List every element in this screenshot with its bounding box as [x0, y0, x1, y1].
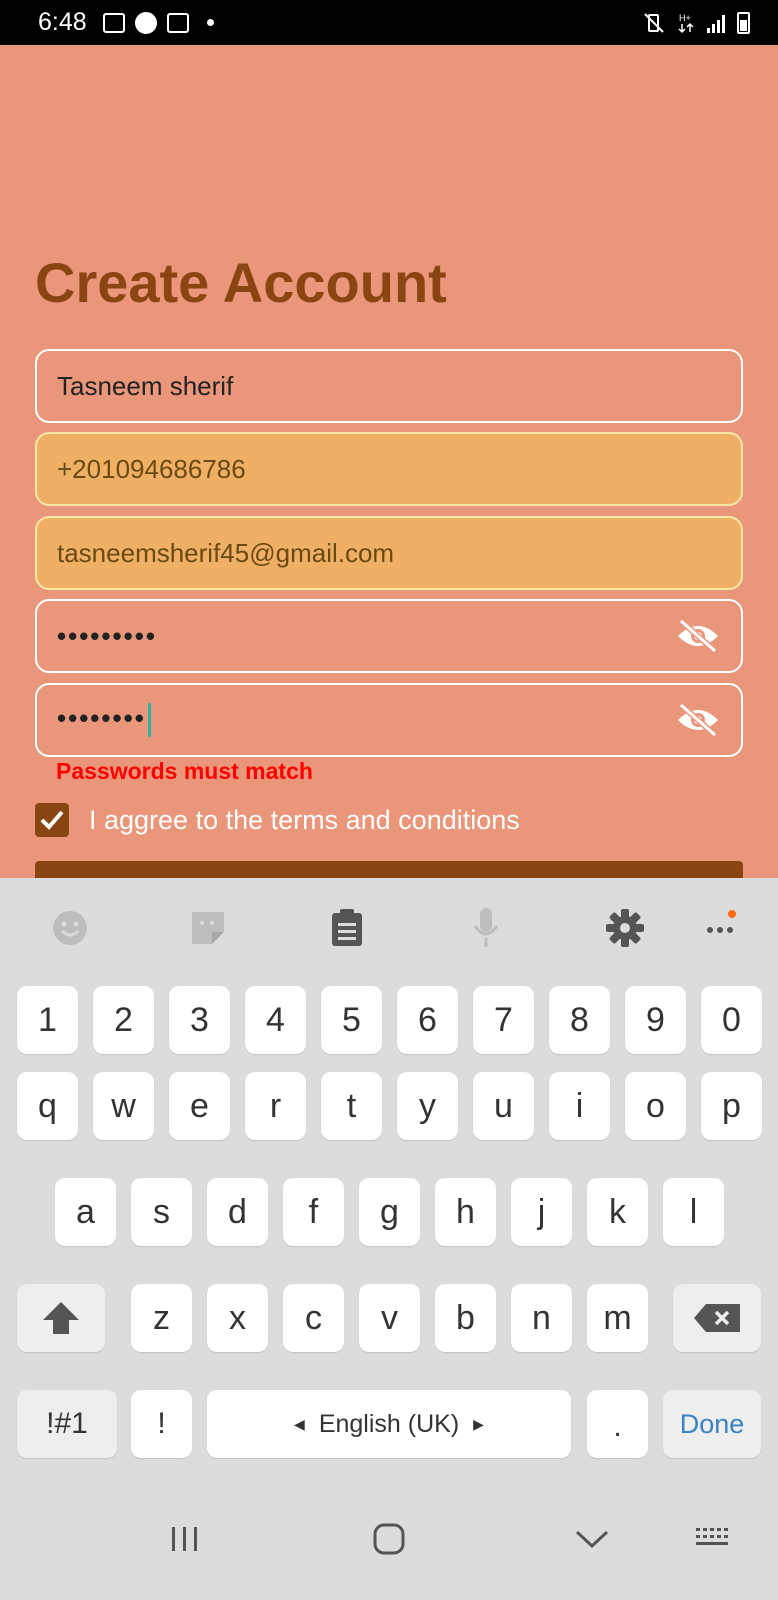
gear-icon[interactable] [605, 908, 645, 948]
key-3[interactable]: 3 [169, 986, 230, 1054]
key-8[interactable]: 8 [549, 986, 610, 1054]
navigation-bar [0, 1482, 778, 1600]
key-2[interactable]: 2 [93, 986, 154, 1054]
language-label: English (UK) [318, 1409, 460, 1438]
gmail-notification-icon [166, 12, 189, 33]
key-l[interactable]: l [663, 1178, 724, 1246]
key-b[interactable]: b [435, 1284, 496, 1352]
key-0[interactable]: 0 [701, 986, 762, 1054]
key-u[interactable]: u [473, 1072, 534, 1140]
key-5[interactable]: 5 [321, 986, 382, 1054]
terms-checkbox[interactable] [35, 803, 69, 837]
password-field[interactable]: ••••••••• [35, 599, 743, 673]
shift-key[interactable] [17, 1284, 105, 1352]
svg-text:H+: H+ [679, 13, 691, 23]
eye-off-icon[interactable] [675, 702, 721, 738]
done-key[interactable]: Done [663, 1390, 761, 1458]
keyboard-toolbar [0, 878, 778, 974]
key-d[interactable]: d [207, 1178, 268, 1246]
caret-left-icon: ◀ [294, 1415, 305, 1432]
space-key[interactable]: ◀ English (UK) ▶ [207, 1390, 571, 1458]
confirm-password-wrap: •••••••• [57, 702, 675, 738]
confirm-password-value: •••••••• [57, 702, 146, 733]
key-7[interactable]: 7 [473, 986, 534, 1054]
shift-icon [43, 1302, 79, 1334]
battery-icon [737, 11, 750, 34]
key-c[interactable]: c [283, 1284, 344, 1352]
key-x[interactable]: x [207, 1284, 268, 1352]
keyboard-switch-icon[interactable] [688, 1514, 738, 1564]
data-transfer-icon: H+ [678, 13, 694, 33]
page-title: Create Account [35, 251, 447, 314]
key-a[interactable]: a [55, 1178, 116, 1246]
signal-icon [707, 13, 725, 33]
period-key[interactable]: . [587, 1390, 648, 1458]
key-f[interactable]: f [283, 1178, 344, 1246]
sticker-icon[interactable] [188, 908, 228, 948]
key-e[interactable]: e [169, 1072, 230, 1140]
microphone-icon[interactable] [466, 908, 506, 948]
more-icon[interactable] [704, 908, 744, 948]
key-n[interactable]: n [511, 1284, 572, 1352]
app-notification-icon [134, 11, 157, 34]
checkmark-icon [40, 810, 64, 830]
status-bar: 6:48 H+ [0, 0, 778, 45]
gallery-notification-icon [102, 12, 125, 33]
more-notifications-icon [206, 19, 214, 26]
key-6[interactable]: 6 [397, 986, 458, 1054]
terms-label: I aggree to the terms and conditions [89, 804, 520, 835]
phone-value: +201094686786 [57, 453, 246, 484]
key-g[interactable]: g [359, 1178, 420, 1246]
key-r[interactable]: r [245, 1072, 306, 1140]
key-z[interactable]: z [131, 1284, 192, 1352]
confirm-password-field[interactable]: •••••••• [35, 683, 743, 757]
emoji-icon[interactable] [50, 908, 90, 948]
name-value: Tasneem sherif [57, 370, 234, 401]
email-field[interactable]: tasneemsherif45@gmail.com [35, 516, 743, 590]
eye-off-icon[interactable] [675, 618, 721, 654]
key-q[interactable]: q [17, 1072, 78, 1140]
space-language: ◀ English (UK) ▶ [294, 1410, 484, 1439]
hide-keyboard-icon[interactable] [567, 1514, 617, 1564]
key-s[interactable]: s [131, 1178, 192, 1246]
vibrate-mute-icon [644, 12, 664, 33]
backspace-icon [694, 1304, 740, 1332]
key-k[interactable]: k [587, 1178, 648, 1246]
key-y[interactable]: y [397, 1072, 458, 1140]
text-cursor [147, 703, 151, 738]
key-j[interactable]: j [511, 1178, 572, 1246]
key-p[interactable]: p [701, 1072, 762, 1140]
status-time: 6:48 [38, 8, 87, 36]
phone-field[interactable]: +201094686786 [35, 432, 743, 506]
clipboard-icon[interactable] [327, 908, 367, 948]
exclaim-key[interactable]: ! [131, 1390, 192, 1458]
key-9[interactable]: 9 [625, 986, 686, 1054]
email-value: tasneemsherif45@gmail.com [57, 537, 395, 568]
key-o[interactable]: o [625, 1072, 686, 1140]
key-m[interactable]: m [587, 1284, 648, 1352]
password-value: ••••••••• [57, 620, 157, 651]
symbols-key[interactable]: !#1 [17, 1390, 117, 1458]
home-icon[interactable] [364, 1514, 414, 1564]
name-field[interactable]: Tasneem sherif [35, 349, 743, 423]
key-w[interactable]: w [93, 1072, 154, 1140]
caret-right-icon: ▶ [473, 1415, 484, 1432]
key-1[interactable]: 1 [17, 986, 78, 1054]
key-i[interactable]: i [549, 1072, 610, 1140]
key-h[interactable]: h [435, 1178, 496, 1246]
backspace-key[interactable] [673, 1284, 761, 1352]
key-t[interactable]: t [321, 1072, 382, 1140]
recent-apps-icon[interactable] [160, 1514, 210, 1564]
create-account-screen: Create Account Tasneem sherif +201094686… [0, 45, 778, 891]
key-v[interactable]: v [359, 1284, 420, 1352]
terms-row: I aggree to the terms and conditions [35, 803, 520, 837]
password-error-text: Passwords must match [56, 758, 313, 784]
key-4[interactable]: 4 [245, 986, 306, 1054]
